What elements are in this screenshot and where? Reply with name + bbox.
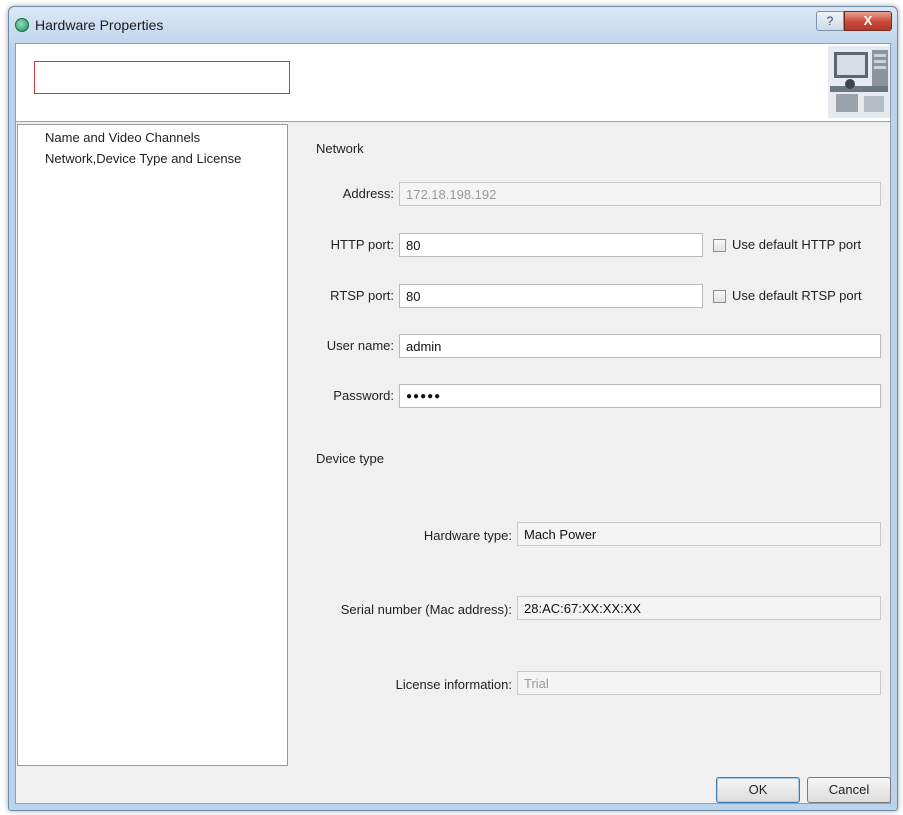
network-section-header: Network bbox=[316, 141, 364, 156]
password-field[interactable]: ●●●●● bbox=[399, 384, 881, 408]
properties-form: Network Address: 172.18.198.192 HTTP por… bbox=[298, 124, 881, 766]
use-default-rtsp-port-label[interactable]: Use default RTSP port bbox=[732, 288, 862, 303]
user-name-field[interactable]: admin bbox=[399, 334, 881, 358]
rtsp-port-label: RTSP port: bbox=[330, 288, 394, 303]
address-label: Address: bbox=[342, 186, 394, 201]
hardware-type-field[interactable]: Mach Power bbox=[517, 522, 881, 546]
app-icon bbox=[15, 18, 29, 32]
password-label: Password: bbox=[333, 388, 394, 403]
hardware-type-label: Hardware type: bbox=[423, 528, 512, 543]
http-port-field[interactable]: 80 bbox=[399, 233, 703, 257]
hardware-properties-window: Hardware Properties ? X Name and Video C… bbox=[8, 6, 898, 811]
nav-item-name-and-video-channels[interactable]: Name and Video Channels bbox=[45, 130, 200, 145]
dialog-client-area: Name and Video Channels Network,Device T… bbox=[15, 43, 891, 804]
question-mark-icon: ? bbox=[826, 14, 834, 28]
close-button[interactable]: X bbox=[844, 11, 892, 31]
help-button[interactable]: ? bbox=[816, 11, 844, 31]
ok-button[interactable]: OK bbox=[716, 777, 800, 803]
cancel-button[interactable]: Cancel bbox=[807, 777, 891, 803]
window-title: Hardware Properties bbox=[35, 17, 164, 33]
use-default-http-port-label[interactable]: Use default HTTP port bbox=[732, 237, 861, 252]
header-banner bbox=[16, 44, 890, 122]
hardware-banner-icon bbox=[828, 46, 890, 118]
title-bar[interactable]: Hardware Properties ? X bbox=[9, 7, 897, 43]
rtsp-port-field[interactable]: 80 bbox=[399, 284, 703, 308]
address-field[interactable]: 172.18.198.192 bbox=[399, 182, 881, 206]
http-port-label: HTTP port: bbox=[330, 237, 394, 252]
serial-number-label: Serial number (Mac address): bbox=[340, 602, 512, 617]
license-information-label: License information: bbox=[395, 677, 512, 692]
serial-number-field[interactable]: 28:AC:67:XX:XX:XX bbox=[517, 596, 881, 620]
device-type-section-header: Device type bbox=[316, 451, 384, 466]
use-default-rtsp-port-checkbox[interactable] bbox=[713, 290, 726, 303]
user-name-label: User name: bbox=[326, 338, 394, 353]
close-icon: X bbox=[863, 13, 873, 28]
nav-item-network-device-type-license[interactable]: Network,Device Type and License bbox=[45, 151, 241, 166]
use-default-http-port-checkbox[interactable] bbox=[713, 239, 726, 252]
navigation-panel: Name and Video Channels Network,Device T… bbox=[17, 124, 288, 766]
license-information-field[interactable]: Trial bbox=[517, 671, 881, 695]
